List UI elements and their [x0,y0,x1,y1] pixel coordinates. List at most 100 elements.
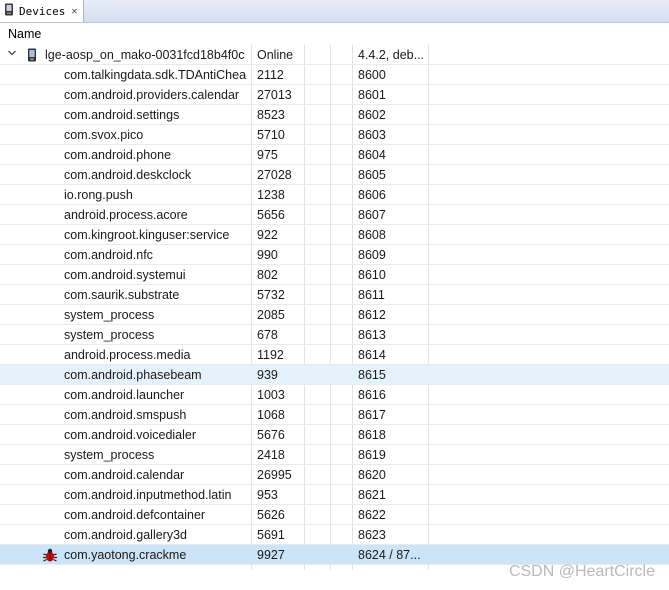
process-pid: 975 [257,148,278,162]
process-row[interactable]: com.android.nfc 990 8609 [0,245,669,265]
device-tree[interactable]: lge-aosp_on_mako-0031fcd18b4f0c Online 4… [0,45,669,565]
chevron-down-icon[interactable] [8,49,16,57]
process-port: 8613 [358,328,386,342]
process-pid: 5626 [257,508,285,522]
process-row[interactable]: com.yaotong.crackme 9927 8624 / 87... [0,545,669,565]
process-pid: 953 [257,488,278,502]
process-port: 8617 [358,408,386,422]
process-row[interactable]: com.talkingdata.sdk.TDAntiChea 2112 8600 [0,65,669,85]
process-name: com.android.smspush [64,408,187,422]
process-name: com.android.defcontainer [64,508,206,522]
close-icon[interactable]: ✕ [71,6,77,17]
process-row[interactable]: io.rong.push 1238 8606 [0,185,669,205]
name-column-header[interactable]: Name [8,27,41,41]
process-row[interactable]: com.android.phasebeam 939 8615 [0,365,669,385]
watermark: CSDN @HeartCircle [508,563,655,580]
process-row[interactable]: com.kingroot.kinguser:service 922 8608 [0,225,669,245]
process-name: com.android.settings [64,108,180,122]
process-name: android.process.media [64,348,191,362]
process-row[interactable]: android.process.media 1192 8614 [0,345,669,365]
process-port: 8605 [358,168,386,182]
tab-label: Devices [19,4,66,18]
process-name: com.kingroot.kinguser:service [64,228,230,242]
process-name: com.android.launcher [64,388,185,402]
process-pid: 990 [257,248,278,262]
process-row[interactable]: com.android.settings 8523 8602 [0,105,669,125]
view-tab-bar: Devices ✕ [0,0,669,23]
process-port: 8601 [358,88,386,102]
process-name: com.android.voicedialer [64,428,197,442]
process-port: 8609 [358,248,386,262]
process-row[interactable]: system_process 2085 8612 [0,305,669,325]
device-state: Online [257,48,294,62]
process-row[interactable]: com.android.systemui 802 8610 [0,265,669,285]
process-name: system_process [64,308,155,322]
process-pid: 26995 [257,468,292,482]
process-name: com.android.nfc [64,248,153,262]
process-pid: 1238 [257,188,285,202]
process-row[interactable]: com.android.deskclock 27028 8605 [0,165,669,185]
process-row[interactable]: com.android.calendar 26995 8620 [0,465,669,485]
process-name: system_process [64,448,155,462]
process-pid: 5676 [257,428,285,442]
column-header: Name [0,23,669,45]
process-port: 8612 [358,308,386,322]
process-row[interactable]: com.android.inputmethod.latin 953 8621 [0,485,669,505]
process-port: 8616 [358,388,386,402]
process-pid: 5710 [257,128,285,142]
device-build: 4.4.2, deb... [358,48,425,62]
process-pid: 1068 [257,408,285,422]
process-port: 8620 [358,468,386,482]
process-pid: 939 [257,368,278,382]
process-pid: 27013 [257,88,292,102]
process-name: com.android.systemui [64,268,186,282]
process-name: com.android.phone [64,148,172,162]
process-row[interactable]: com.android.gallery3d 5691 8623 [0,525,669,545]
process-row[interactable]: com.svox.pico 5710 8603 [0,125,669,145]
process-name: com.talkingdata.sdk.TDAntiChea [64,68,247,82]
process-row[interactable]: com.android.voicedialer 5676 8618 [0,425,669,445]
process-name: com.svox.pico [64,128,144,142]
device-row[interactable]: lge-aosp_on_mako-0031fcd18b4f0c Online 4… [0,45,669,65]
process-port: 8603 [358,128,386,142]
process-port: 8621 [358,488,386,502]
process-port: 8600 [358,68,386,82]
process-name: com.android.calendar [64,468,185,482]
process-port: 8611 [358,288,385,302]
process-name: system_process [64,328,155,342]
process-row[interactable]: com.android.phone 975 8604 [0,145,669,165]
process-pid: 9927 [257,548,285,562]
process-pid: 1192 [257,348,284,362]
process-name: com.android.gallery3d [64,528,187,542]
process-row[interactable]: com.android.defcontainer 5626 8622 [0,505,669,525]
process-pid: 2085 [257,308,285,322]
process-name: com.android.deskclock [64,168,192,182]
process-port: 8602 [358,108,386,122]
process-name: com.android.phasebeam [64,368,202,382]
process-pid: 8523 [257,108,285,122]
process-row[interactable]: com.saurik.substrate 5732 8611 [0,285,669,305]
process-pid: 678 [257,328,278,342]
process-name: com.saurik.substrate [64,288,180,302]
process-row[interactable]: android.process.acore 5656 8607 [0,205,669,225]
process-name: android.process.acore [64,208,188,222]
bug-icon [42,547,58,569]
process-row[interactable]: com.android.smspush 1068 8617 [0,405,669,425]
process-pid: 2418 [257,448,285,462]
process-pid: 1003 [257,388,285,402]
process-port: 8614 [358,348,386,362]
process-row[interactable]: system_process 678 8613 [0,325,669,345]
process-name: io.rong.push [64,188,133,202]
tab-devices[interactable]: Devices ✕ [0,0,84,22]
process-row[interactable]: com.android.launcher 1003 8616 [0,385,669,405]
process-pid: 922 [257,228,278,242]
process-pid: 2112 [257,68,284,82]
process-row[interactable]: system_process 2418 8619 [0,445,669,465]
device-name: lge-aosp_on_mako-0031fcd18b4f0c [45,48,245,62]
process-port: 8610 [358,268,386,282]
process-port: 8619 [358,448,386,462]
process-name: com.android.inputmethod.latin [64,488,232,502]
process-port: 8607 [358,208,386,222]
process-name: com.yaotong.crackme [64,548,187,562]
process-row[interactable]: com.android.providers.calendar 27013 8601 [0,85,669,105]
